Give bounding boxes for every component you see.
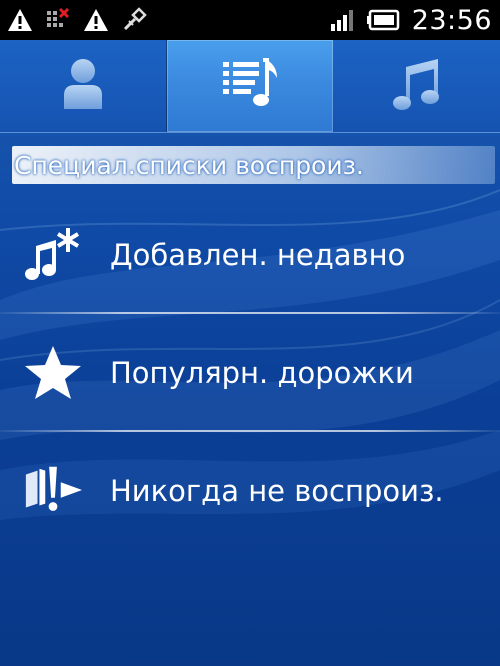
signal-off-icon [44, 6, 72, 34]
cell-signal-icon [328, 6, 356, 34]
tab-tracks[interactable] [334, 40, 500, 132]
star-icon [22, 342, 84, 404]
list-item-recently-added[interactable]: Добавлен. недавно [0, 196, 500, 314]
list-item-label: Добавлен. недавно [110, 238, 406, 272]
section-header: Специал.списки воспроиз. [12, 146, 495, 184]
list-item-never-played[interactable]: Никогда не воспроиз. [0, 432, 500, 550]
battery-icon [366, 6, 402, 34]
never-played-icon [22, 460, 84, 522]
person-icon [61, 57, 105, 115]
usb-debug-icon [120, 6, 148, 34]
music-note-icon [392, 57, 442, 115]
status-bar: 23:56 [0, 0, 500, 40]
status-bar-notifications [0, 6, 148, 34]
recently-added-icon [22, 224, 84, 286]
playlist-icon [219, 56, 281, 116]
section-title: Специал.списки воспроиз. [14, 150, 364, 180]
tab-artists[interactable] [0, 40, 167, 132]
smart-playlist-list: Добавлен. недавно Популярн. дорожки Нико… [0, 196, 500, 550]
warning-icon [82, 6, 110, 34]
tab-playlists[interactable] [167, 40, 334, 132]
list-item-label: Никогда не воспроиз. [110, 474, 444, 508]
status-bar-system: 23:56 [328, 5, 500, 36]
warning-icon [6, 6, 34, 34]
list-item-label: Популярн. дорожки [110, 356, 414, 390]
list-item-popular-tracks[interactable]: Популярн. дорожки [0, 314, 500, 432]
status-bar-clock: 23:56 [411, 4, 492, 36]
tab-bar [0, 40, 500, 133]
